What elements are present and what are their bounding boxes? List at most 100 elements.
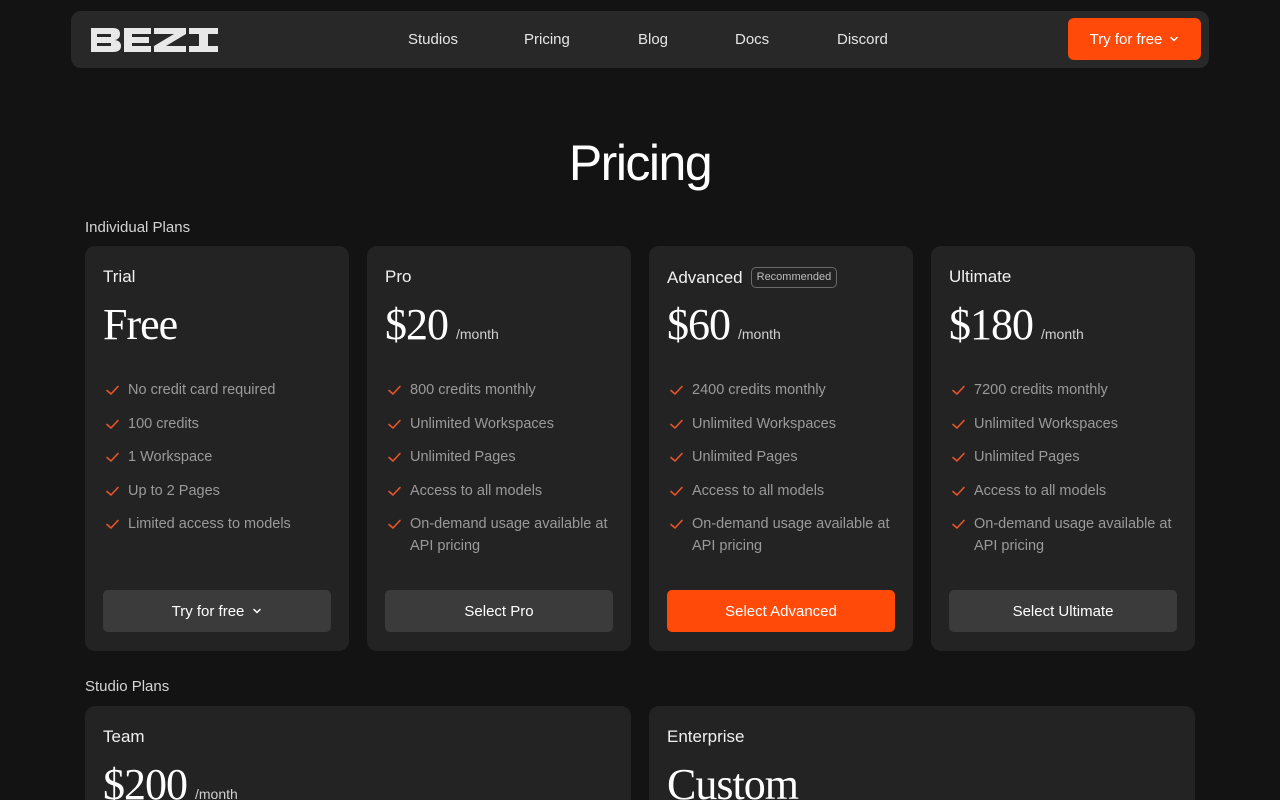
feature-item: 2400 credits monthly <box>669 379 899 401</box>
plan-card-advanced: Advanced Recommended $60 /month 2400 cre… <box>649 246 913 651</box>
chevron-down-icon <box>1170 36 1179 42</box>
plan-name: Team <box>103 727 145 746</box>
check-icon <box>106 419 119 429</box>
plan-name: Enterprise <box>667 727 745 746</box>
plan-name: Trial <box>103 267 136 286</box>
feature-text: Unlimited Workspaces <box>410 415 554 432</box>
feature-text: 2400 credits monthly <box>692 382 826 398</box>
button-label: Try for free <box>171 602 245 620</box>
check-icon <box>388 520 401 530</box>
feature-list: 800 credits monthly Unlimited Workspaces… <box>387 379 617 569</box>
plan-card-ultimate: Ultimate $180 /month 7200 credits monthl… <box>931 246 1195 651</box>
feature-item: 7200 credits monthly <box>951 379 1181 401</box>
nav-link-studios[interactable]: Studios <box>408 31 458 48</box>
check-icon <box>388 452 401 462</box>
feature-text: Access to all models <box>692 482 825 499</box>
feature-text: 800 credits monthly <box>410 382 536 398</box>
feature-text: Unlimited Pages <box>410 449 516 466</box>
nav-link-docs[interactable]: Docs <box>735 31 769 48</box>
check-icon <box>106 385 119 395</box>
plan-price: $20 <box>385 300 449 349</box>
feature-item: Unlimited Pages <box>951 446 1181 468</box>
feature-text: Up to 2 Pages <box>128 482 220 499</box>
check-icon <box>388 486 401 496</box>
plan-name: Advanced <box>667 267 743 287</box>
check-icon <box>952 385 965 395</box>
feature-item: On-demand usage available at API pricing <box>951 513 1181 557</box>
check-icon <box>952 486 965 496</box>
check-icon <box>670 385 683 395</box>
feature-item: Access to all models <box>387 480 617 502</box>
check-icon <box>952 419 965 429</box>
plan-price: Custom <box>667 760 799 800</box>
nav-link-blog[interactable]: Blog <box>638 31 668 48</box>
check-icon <box>106 520 119 530</box>
page-title: Pricing <box>568 135 713 191</box>
feature-item: Unlimited Workspaces <box>951 413 1181 435</box>
plan-price: $60 <box>667 300 731 349</box>
plan-name: Ultimate <box>949 267 1012 286</box>
feature-item: On-demand usage available at API pricing <box>669 513 899 557</box>
check-icon <box>952 520 965 530</box>
chevron-down-icon <box>253 608 262 614</box>
feature-item: Limited access to models <box>105 513 335 535</box>
feature-text: 7200 credits monthly <box>974 382 1108 398</box>
try-for-free-button[interactable]: Try for free <box>103 590 331 632</box>
plan-card-pro: Pro $20 /month 800 credits monthly Unlim… <box>367 246 631 651</box>
check-icon <box>106 452 119 462</box>
button-label: Select Ultimate <box>1012 602 1114 620</box>
check-icon <box>952 452 965 462</box>
feature-text: Access to all models <box>410 482 543 499</box>
feature-text: Unlimited Workspaces <box>974 415 1118 432</box>
plan-period: /month <box>738 326 781 342</box>
select-advanced-button[interactable]: Select Advanced <box>667 590 895 632</box>
check-icon <box>670 520 683 530</box>
top-nav: Studios Pricing Blog Docs Discord Try fo… <box>71 11 1209 68</box>
plan-period: /month <box>195 786 238 800</box>
feature-item: On-demand usage available at API pricing <box>387 513 617 557</box>
try-for-free-nav-button[interactable]: Try for free <box>1068 18 1201 60</box>
feature-text: On-demand usage available at API pricing <box>692 516 890 555</box>
feature-item: 100 credits <box>105 413 335 435</box>
studio-plans-label: Studio Plans <box>85 678 170 695</box>
feature-item: Unlimited Workspaces <box>669 413 899 435</box>
plan-name: Pro <box>385 267 412 286</box>
nav-link-pricing[interactable]: Pricing <box>524 31 570 48</box>
check-icon <box>670 486 683 496</box>
feature-text: On-demand usage available at API pricing <box>410 516 608 555</box>
plan-period: /month <box>1041 326 1084 342</box>
feature-list: 2400 credits monthly Unlimited Workspace… <box>669 379 899 569</box>
recommended-badge: Recommended <box>750 267 838 288</box>
plan-price: $200 <box>103 760 188 800</box>
check-icon <box>388 385 401 395</box>
feature-text: Unlimited Workspaces <box>692 415 836 432</box>
studio-card-team: Team $200 /month <box>85 706 631 800</box>
select-pro-button[interactable]: Select Pro <box>385 590 613 632</box>
feature-item: Unlimited Pages <box>387 446 617 468</box>
nav-link-discord[interactable]: Discord <box>837 31 888 48</box>
check-icon <box>388 419 401 429</box>
feature-item: 800 credits monthly <box>387 379 617 401</box>
feature-text: Limited access to models <box>128 516 291 533</box>
individual-plans-label: Individual Plans <box>85 219 191 236</box>
check-icon <box>106 486 119 496</box>
button-label: Select Pro <box>464 602 534 620</box>
feature-item: Up to 2 Pages <box>105 480 335 502</box>
feature-item: Access to all models <box>669 480 899 502</box>
select-ultimate-button[interactable]: Select Ultimate <box>949 590 1177 632</box>
check-icon <box>670 419 683 429</box>
bezi-logo[interactable] <box>91 27 219 53</box>
feature-item: 1 Workspace <box>105 446 335 468</box>
feature-text: On-demand usage available at API pricing <box>974 516 1172 555</box>
feature-item: Unlimited Pages <box>669 446 899 468</box>
plan-card-trial: Trial Free No credit card required 100 c… <box>85 246 349 651</box>
button-label: Select Advanced <box>725 602 837 620</box>
plan-price: Free <box>103 300 178 349</box>
feature-text: 100 credits <box>128 415 199 432</box>
feature-text: Access to all models <box>974 482 1107 499</box>
feature-list: No credit card required 100 credits 1 Wo… <box>105 379 335 547</box>
feature-item: Access to all models <box>951 480 1181 502</box>
feature-item: Unlimited Workspaces <box>387 413 617 435</box>
feature-text: No credit card required <box>128 382 276 398</box>
plan-period: /month <box>456 326 499 342</box>
